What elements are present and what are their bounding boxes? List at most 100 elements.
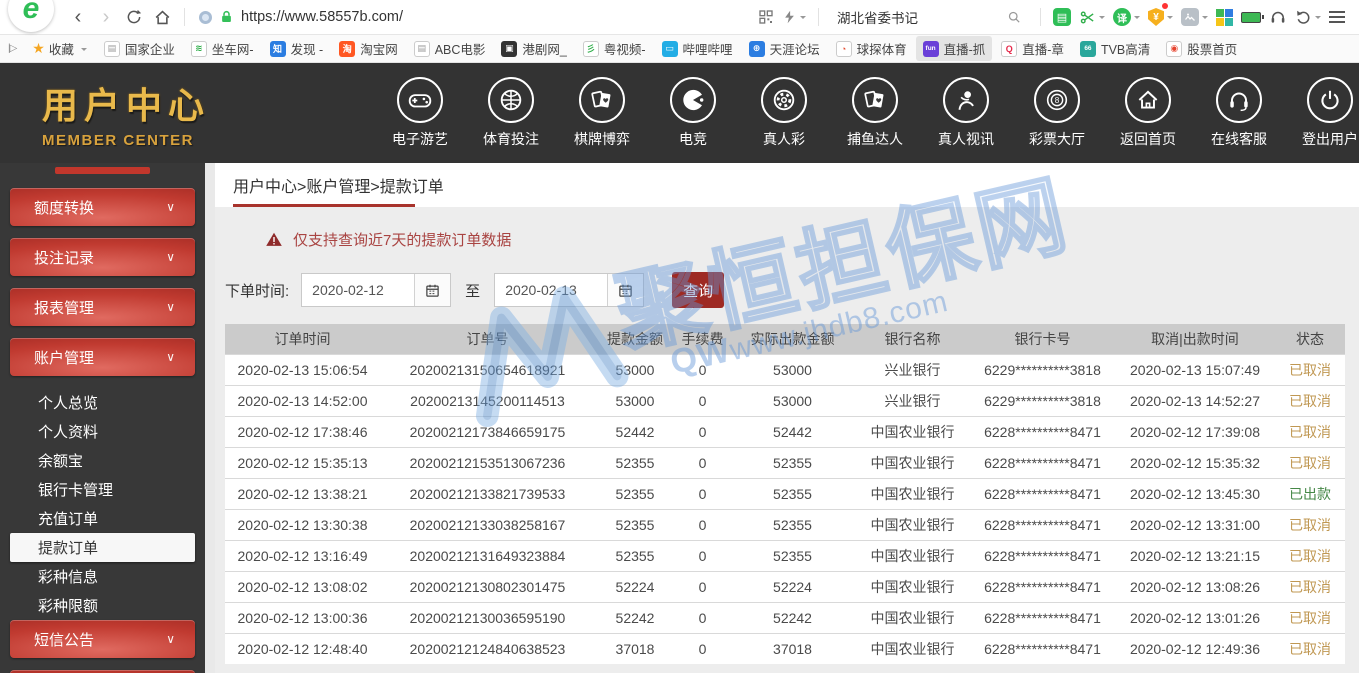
calendar-icon[interactable]	[414, 274, 450, 306]
site-logo-title: 用户中心	[42, 77, 391, 129]
header-nav-item[interactable]: 体育投注	[482, 77, 540, 149]
search-icon[interactable]	[1007, 10, 1022, 25]
browser-search-input[interactable]	[837, 10, 947, 25]
header-nav-item[interactable]: 真人视讯	[937, 77, 995, 149]
actual-amount-cell: 52242	[730, 602, 855, 633]
sidebar-submenu-item[interactable]: 银行卡管理	[0, 475, 205, 504]
browser-logo-icon[interactable]: e	[8, 0, 54, 32]
bilibili-icon: ▭	[662, 41, 678, 57]
header-nav-item[interactable]: 电竞	[664, 77, 722, 149]
table-row[interactable]: 2020-02-12 17:38:46 20200212173846659175…	[225, 416, 1345, 447]
scissors-icon[interactable]	[1079, 9, 1105, 26]
sidebar-submenu-item[interactable]: 提款订单	[10, 533, 195, 562]
site-logo[interactable]: 用户中心 MEMBER CENTER	[42, 77, 391, 149]
site-info-icon[interactable]	[199, 11, 212, 24]
favorites-button[interactable]: ★ 收藏	[26, 37, 93, 60]
header-nav-item[interactable]: 棋牌博弈	[573, 77, 631, 149]
bank-name-cell: 中国农业银行	[855, 571, 970, 602]
reader-mode-icon[interactable]: ▤	[1053, 8, 1071, 26]
table-row[interactable]: 2020-02-12 13:08:02 20200212130802301475…	[225, 571, 1345, 602]
bookmark-item[interactable]: ≋ 坐车网-	[184, 36, 261, 61]
ball-icon: ◔	[836, 41, 852, 57]
header-nav-item[interactable]: 捕鱼达人	[846, 77, 904, 149]
translate-icon[interactable]: 译	[1113, 8, 1140, 26]
header-nav-item[interactable]: 登出用户	[1301, 77, 1359, 149]
query-button[interactable]: 查询	[672, 272, 724, 308]
header-nav-item[interactable]: 真人彩	[755, 77, 813, 149]
table-row[interactable]: 2020-02-13 15:06:54 20200213150654618921…	[225, 354, 1345, 385]
sidebar-submenu-item[interactable]: 充值订单	[0, 504, 205, 533]
bookmark-item[interactable]: ▤ ABC电影	[407, 36, 493, 61]
table-row[interactable]: 2020-02-12 15:35:13 20200212153513067236…	[225, 447, 1345, 478]
header-nav-item[interactable]: 8 彩票大厅	[1028, 77, 1086, 149]
order-time-cell: 2020-02-12 13:30:38	[225, 509, 380, 540]
grid-capture-icon[interactable]	[758, 9, 774, 25]
sidebar-submenu-item[interactable]: 彩种限额	[0, 591, 205, 620]
back-icon[interactable]: ‹	[64, 3, 92, 31]
sidebar-submenu-item[interactable]: 余额宝	[0, 446, 205, 475]
bookmark-item[interactable]: ⊕ 天涯论坛	[742, 36, 827, 61]
bookmark-item[interactable]: ◉ 股票首页	[1159, 36, 1244, 61]
sidebar-menu-button[interactable]: 短信公告 ∨	[10, 620, 195, 658]
header-nav-item[interactable]: 电子游艺	[391, 77, 449, 149]
apps-grid-icon[interactable]	[1216, 9, 1233, 26]
bank-card-cell: 6228**********8471	[970, 571, 1115, 602]
column-header: 实际出款金额	[730, 324, 855, 354]
bookmark-item[interactable]: ▣ 港剧网_	[494, 36, 573, 61]
bookmark-item[interactable]: 彡 粤视频-	[576, 36, 653, 61]
header-nav-item[interactable]: 返回首页	[1119, 77, 1177, 149]
photo-tool-icon[interactable]	[1181, 8, 1208, 26]
undo-icon[interactable]	[1295, 9, 1321, 26]
bookmark-item[interactable]: Q 直播-章	[994, 36, 1071, 61]
browser-search[interactable]	[827, 10, 1032, 25]
calendar-icon[interactable]	[607, 274, 643, 306]
table-row[interactable]: 2020-02-12 13:38:21 20200212133821739533…	[225, 478, 1345, 509]
column-header: 手续费	[675, 324, 730, 354]
sidebar-submenu-item[interactable]: 个人总览	[0, 388, 205, 417]
date-to-input[interactable]	[495, 282, 607, 298]
status-cell: 已取消	[1275, 447, 1345, 478]
sidebar-submenu-item[interactable]: 个人资料	[0, 417, 205, 446]
side-panel-icon[interactable]: |▷	[8, 43, 16, 54]
refresh-icon[interactable]	[120, 3, 148, 31]
bookmark-item[interactable]: 淘 淘宝网	[332, 36, 405, 61]
fee-cell: 0	[675, 416, 730, 447]
sidebar-menu-button[interactable]: 额度转换 ∨	[10, 188, 195, 226]
table-row[interactable]: 2020-02-12 13:00:36 20200212130036595190…	[225, 602, 1345, 633]
menu-icon[interactable]	[1329, 11, 1345, 23]
bank-card-cell: 6228**********8471	[970, 509, 1115, 540]
date-from-input[interactable]	[302, 282, 414, 298]
column-header: 银行名称	[855, 324, 970, 354]
table-row[interactable]: 2020-02-13 14:52:00 20200213145200114513…	[225, 385, 1345, 416]
sidebar-submenu-item[interactable]: 彩种信息	[0, 562, 205, 591]
battery-icon[interactable]	[1241, 12, 1261, 23]
bookmark-item[interactable]: ▤ 国家企业	[97, 36, 182, 61]
table-row[interactable]: 2020-02-12 13:16:49 20200212131649323884…	[225, 540, 1345, 571]
fun-live-icon: fun	[923, 41, 939, 57]
lightning-icon[interactable]	[782, 9, 806, 25]
forward-icon[interactable]: ›	[92, 3, 120, 31]
bookmark-item[interactable]: 66 TVB高清	[1073, 36, 1157, 61]
table-row[interactable]: 2020-02-12 13:30:38 20200212133038258167…	[225, 509, 1345, 540]
table-row[interactable]: 2020-02-12 12:48:40 20200212124840638523…	[225, 633, 1345, 664]
header-nav-item[interactable]: 在线客服	[1210, 77, 1268, 149]
filter-row: 下单时间: 至 查询	[225, 272, 1359, 308]
sidebar-menu-button[interactable]: 投注记录 ∨	[10, 238, 195, 276]
money-shield-icon[interactable]: ¥	[1148, 8, 1173, 26]
svg-text:8: 8	[1055, 96, 1060, 105]
address-bar[interactable]: https://www.58557b.com/	[199, 9, 403, 25]
headphones-icon[interactable]	[1269, 8, 1287, 26]
url-text[interactable]: https://www.58557b.com/	[241, 9, 403, 25]
bookmark-item[interactable]: fun 直播-抓	[916, 36, 993, 61]
sidebar-menu-button[interactable]: 账户管理 ∨	[10, 338, 195, 376]
column-header: 订单号	[380, 324, 595, 354]
bookmark-item[interactable]: ▭ 哔哩哔哩	[655, 36, 740, 61]
cancel-payout-time-cell: 2020-02-12 13:08:26	[1115, 571, 1275, 602]
home-button-icon[interactable]	[148, 3, 176, 31]
order-no-cell: 20200212153513067236	[380, 447, 595, 478]
withdraw-amount-cell: 52224	[595, 571, 675, 602]
bookmark-item[interactable]: 知 发现 -	[263, 36, 331, 61]
bookmark-item[interactable]: ◔ 球探体育	[829, 36, 914, 61]
order-time-cell: 2020-02-12 13:16:49	[225, 540, 380, 571]
sidebar-menu-button[interactable]: 报表管理 ∨	[10, 288, 195, 326]
